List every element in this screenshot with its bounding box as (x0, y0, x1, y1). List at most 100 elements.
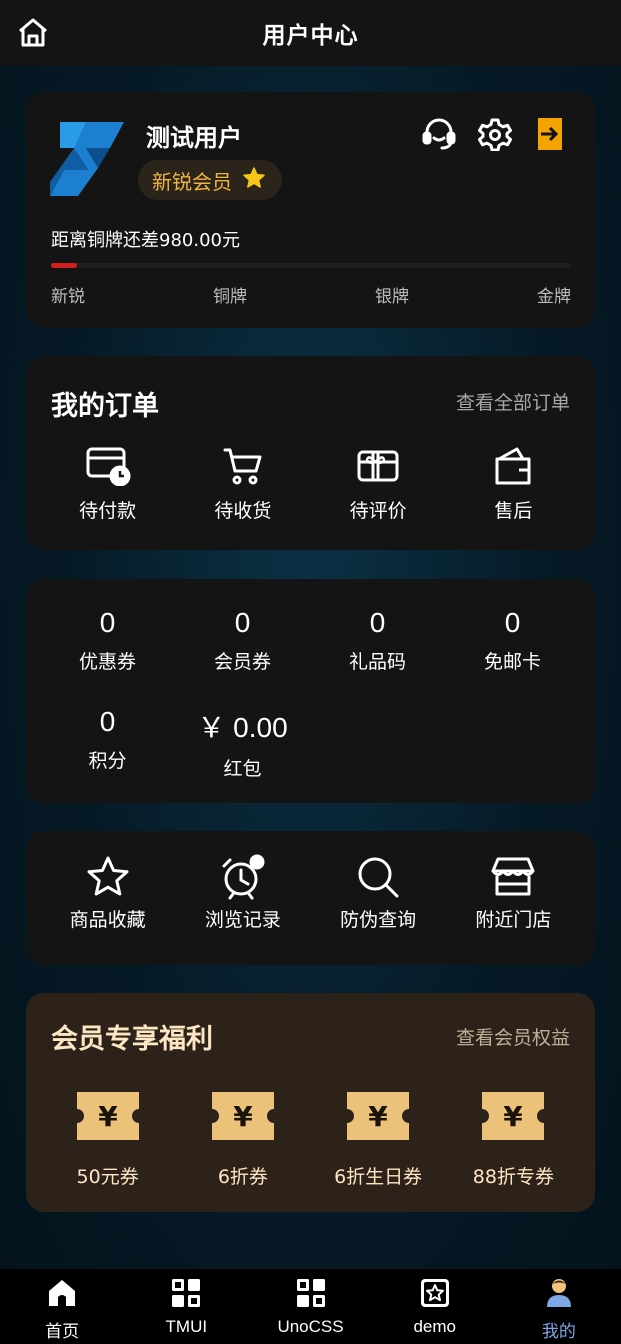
stat-label: 免邮卡 (483, 651, 541, 673)
benefits-title: 会员专享福利 (51, 1024, 213, 1055)
wallet-clock-icon (83, 444, 133, 488)
tab-label: 我的 (541, 1322, 576, 1341)
view-all-orders-link[interactable]: 查看全部订单 (456, 388, 570, 415)
member-benefits-card: 会员专享福利 查看会员权益 ¥ 50元券 ¥ 6折券 ¥ 6折生日券 ¥ 88折… (26, 993, 595, 1212)
order-status-label: 售后 (494, 500, 533, 522)
coupon-stat[interactable]: 0 优惠券 (40, 607, 175, 674)
favorites-entry[interactable]: 商品收藏 (40, 855, 175, 932)
stat-value: 0 (99, 706, 116, 737)
tab-unocss[interactable]: UnoCSS (248, 1269, 372, 1344)
stat-label: 礼品码 (348, 651, 406, 673)
svg-text:¥: ¥ (368, 1100, 388, 1133)
svg-text:¥: ¥ (504, 1100, 524, 1133)
tab-tmui[interactable]: TMUI (124, 1269, 248, 1344)
level-progress-fill (51, 263, 77, 268)
alarm-clock-icon (218, 854, 268, 900)
cart-icon (218, 444, 268, 488)
level-progress-bar (51, 263, 571, 268)
stat-value: 0 (234, 607, 251, 638)
order-pending-review[interactable]: 待评价 (311, 444, 446, 523)
tools-grid: 商品收藏 浏览记录 防伪查询 附近门店 (40, 854, 581, 932)
tab-demo[interactable]: demo (373, 1269, 497, 1344)
order-after-sales[interactable]: 售后 (446, 444, 581, 523)
store-icon (488, 855, 538, 899)
gift-code-stat[interactable]: 0 礼品码 (310, 607, 445, 674)
points-stat[interactable]: 0 积分 (40, 706, 175, 773)
coupon-icon: ¥ (73, 1088, 143, 1144)
nearby-stores-entry[interactable]: 附近门店 (446, 855, 581, 932)
level-label: 铜牌 (213, 287, 247, 307)
svg-text:¥: ¥ (98, 1100, 118, 1133)
headset-icon[interactable] (421, 116, 457, 152)
red-packet-stat[interactable]: ￥ 0.00 红包 (175, 706, 310, 781)
level-label: 新锐 (51, 287, 85, 307)
assets-card: 0 优惠券 0 会员券 0 礼品码 0 免邮卡 0 积分 ￥ 0.00 红包 (26, 579, 595, 803)
stat-label: 红包 (223, 758, 262, 780)
tab-mine[interactable]: 我的 (497, 1269, 621, 1344)
tab-label: TMUI (165, 1317, 208, 1336)
user-icon (543, 1277, 575, 1309)
history-entry[interactable]: 浏览记录 (175, 854, 310, 932)
stat-value: 0 (504, 607, 521, 638)
logout-icon[interactable] (533, 116, 569, 152)
star-box-icon (419, 1277, 451, 1309)
order-status-label: 待付款 (79, 500, 137, 522)
page-title: 用户中心 (262, 23, 359, 49)
orders-title: 我的订单 (51, 391, 159, 422)
member-coupon-stat[interactable]: 0 会员券 (175, 607, 310, 674)
profile-card: 测试用户 新锐会员 距离铜牌还差980.00元 新锐 铜牌 银牌 金牌 (26, 92, 595, 328)
benefit-coupon[interactable]: ¥ 88折专券 (446, 1088, 581, 1189)
level-progress-text: 距离铜牌还差980.00元 (51, 230, 240, 251)
stat-value: ￥ 0.00 (197, 712, 288, 743)
level-scale: 新锐 铜牌 银牌 金牌 (51, 282, 571, 307)
free-shipping-card-stat[interactable]: 0 免邮卡 (445, 607, 580, 674)
stat-label: 优惠券 (78, 651, 136, 673)
level-label: 金牌 (537, 287, 571, 307)
tools-card: 商品收藏 浏览记录 防伪查询 附近门店 (26, 831, 595, 965)
view-member-benefits-link[interactable]: 查看会员权益 (456, 1023, 570, 1050)
tool-label: 附近门店 (475, 909, 552, 931)
benefit-coupon[interactable]: ¥ 6折券 (175, 1088, 310, 1189)
gift-card-icon (353, 444, 403, 488)
stat-value: 0 (369, 607, 386, 638)
stat-label: 积分 (88, 750, 127, 772)
stat-value: 0 (99, 607, 116, 638)
order-status-label: 待评价 (349, 500, 407, 522)
anti-fake-query-entry[interactable]: 防伪查询 (311, 855, 446, 932)
member-level-label: 新锐会员 (152, 169, 232, 194)
level-label: 银牌 (375, 287, 409, 307)
search-icon (353, 855, 403, 899)
coupon-label: 6折生日券 (334, 1166, 423, 1188)
avatar[interactable] (50, 122, 124, 196)
grid-icon (295, 1277, 327, 1309)
tab-label: demo (413, 1317, 456, 1336)
orders-card: 我的订单 查看全部订单 待付款 待收货 待评价 售后 (26, 356, 595, 550)
coupon-label: 88折专券 (472, 1166, 554, 1188)
tool-label: 商品收藏 (69, 909, 146, 931)
member-level-badge[interactable]: 新锐会员 (138, 160, 282, 200)
home-icon[interactable] (16, 16, 50, 50)
home-tab-icon (46, 1277, 78, 1309)
settings-icon[interactable] (477, 116, 513, 152)
top-bar: 用户中心 (0, 0, 621, 66)
star-outline-icon (83, 855, 133, 899)
username: 测试用户 (146, 124, 242, 152)
tab-label: UnoCSS (277, 1317, 344, 1336)
order-status-grid: 待付款 待收货 待评价 售后 (40, 444, 581, 523)
order-pending-receipt[interactable]: 待收货 (175, 444, 310, 523)
tab-label: 首页 (45, 1322, 80, 1341)
benefit-coupon[interactable]: ¥ 6折生日券 (311, 1088, 446, 1189)
grid-icon (170, 1277, 202, 1309)
coupon-icon: ¥ (343, 1088, 413, 1144)
svg-text:¥: ¥ (233, 1100, 253, 1133)
coupon-label: 50元券 (76, 1166, 139, 1188)
coupon-label: 6折券 (217, 1166, 268, 1188)
stat-label: 会员券 (213, 651, 271, 673)
order-status-label: 待收货 (214, 500, 272, 522)
order-pending-payment[interactable]: 待付款 (40, 444, 175, 523)
profile-actions (421, 116, 569, 152)
tool-label: 浏览记录 (204, 909, 281, 931)
wallet-icon (488, 444, 538, 488)
benefit-coupon[interactable]: ¥ 50元券 (40, 1088, 175, 1189)
tab-home[interactable]: 首页 (0, 1269, 124, 1344)
